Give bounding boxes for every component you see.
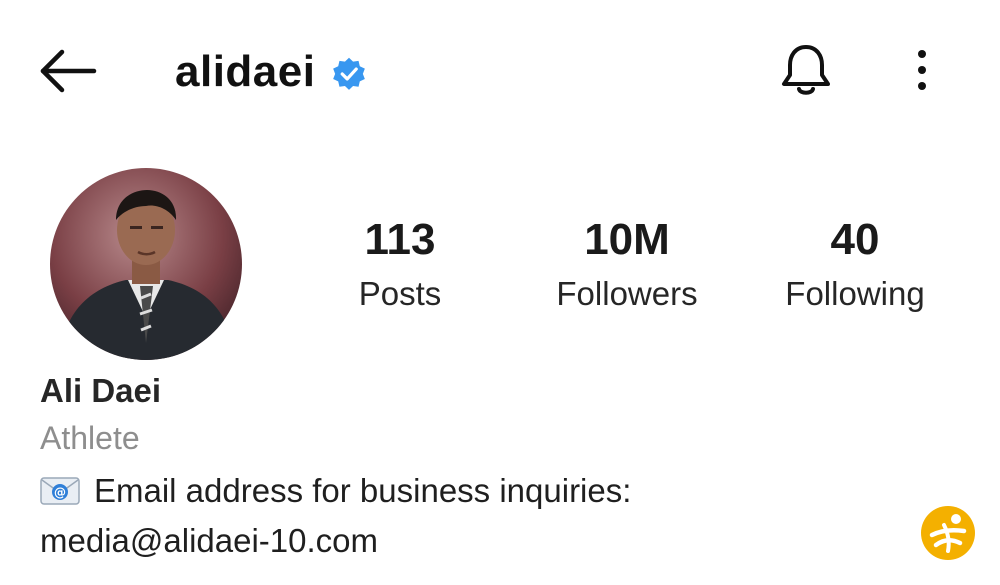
email-link[interactable]: media@alidaei-10.com: [40, 522, 378, 560]
profile-category: Athlete: [40, 420, 140, 456]
followers-label: Followers: [556, 275, 698, 312]
following-label: Following: [785, 275, 925, 312]
following-stat[interactable]: 40 Following: [755, 212, 955, 318]
notifications-button[interactable]: [778, 40, 834, 100]
bio-text-line: @ Email address for business inquiries:: [40, 472, 631, 510]
arrow-left-icon: [40, 49, 97, 93]
following-count: 40: [830, 215, 880, 264]
profile-name: Ali Daei: [40, 372, 162, 409]
back-button[interactable]: [38, 46, 98, 96]
logo-watermark-icon: [921, 506, 975, 560]
profile-header: alidaei: [0, 0, 1000, 140]
followers-count: 10M: [584, 215, 670, 264]
posts-stat[interactable]: 113 Posts: [300, 212, 500, 318]
more-options-button[interactable]: [905, 46, 939, 96]
more-vertical-icon: [918, 50, 926, 90]
posts-label: Posts: [358, 275, 442, 312]
profile-avatar[interactable]: [50, 168, 242, 360]
username-row: alidaei: [175, 44, 367, 100]
posts-count: 113: [364, 215, 436, 264]
username: alidaei: [175, 47, 316, 96]
email-envelope-icon: @: [40, 477, 80, 505]
bio-text: Email address for business inquiries:: [94, 472, 632, 509]
verified-badge-icon: [333, 57, 366, 90]
bell-icon: [782, 45, 830, 95]
followers-stat[interactable]: 10M Followers: [527, 212, 727, 318]
svg-text:@: @: [54, 486, 66, 500]
